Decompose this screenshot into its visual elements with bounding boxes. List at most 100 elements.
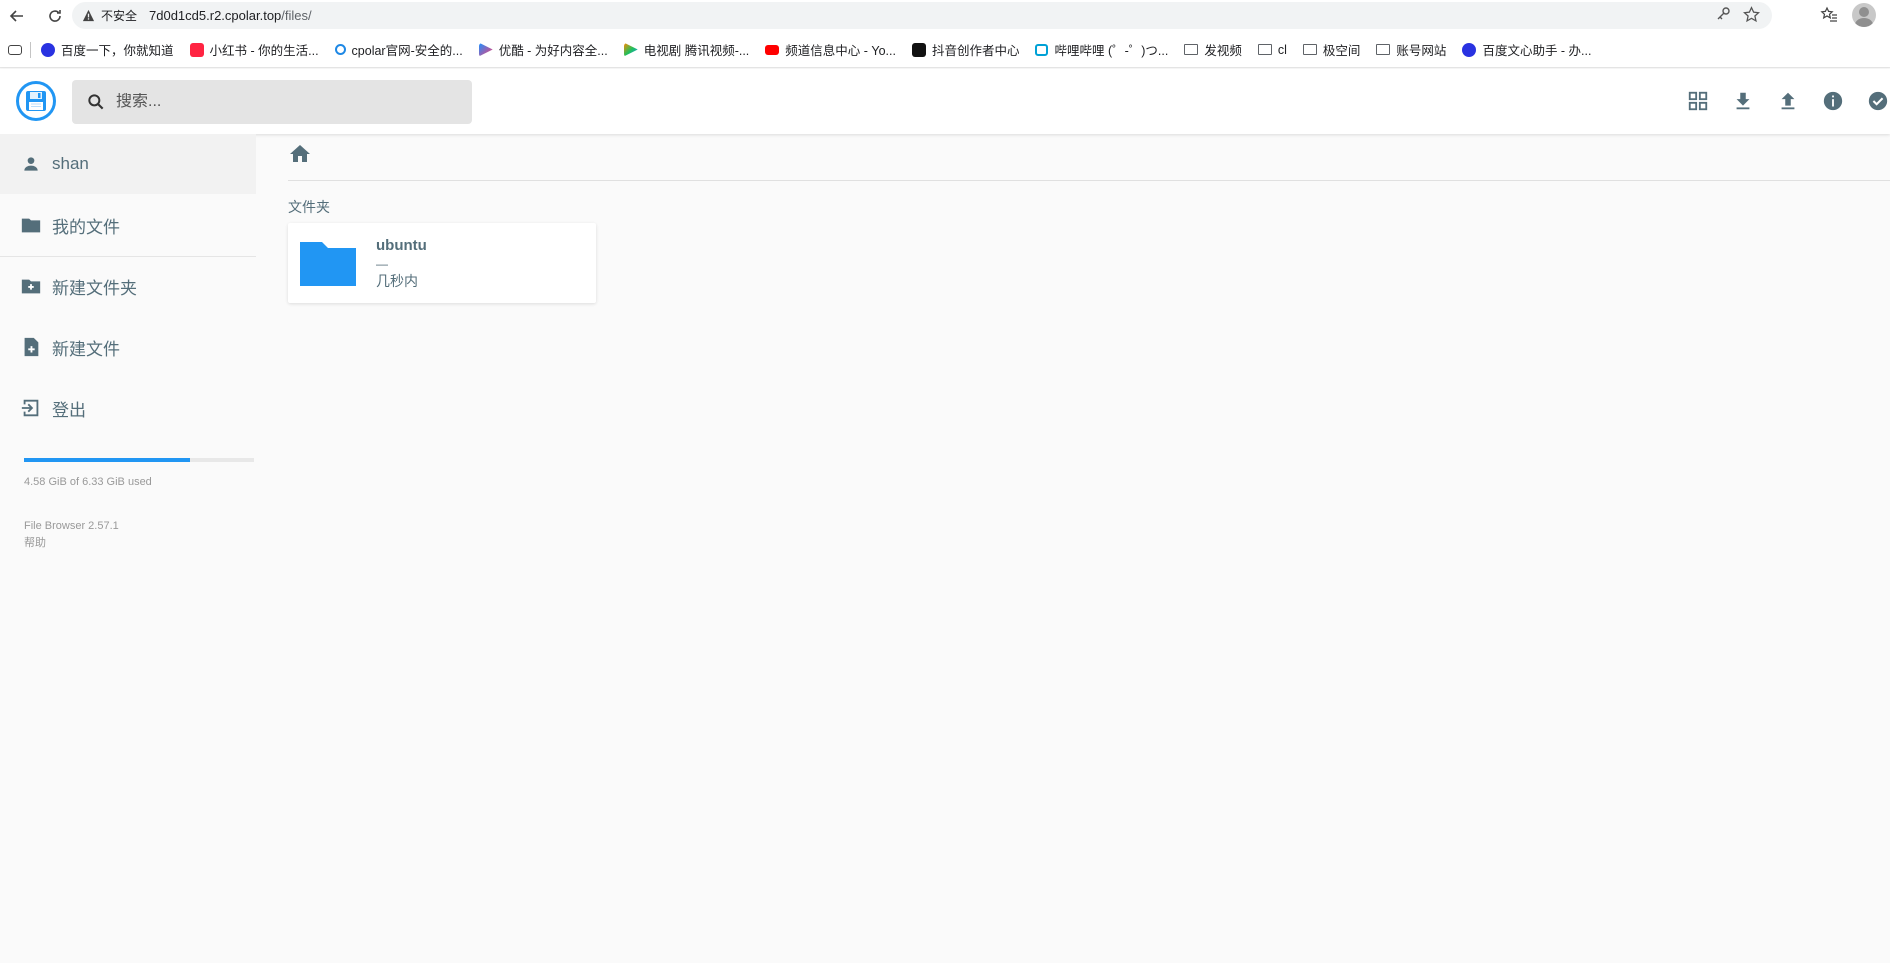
create-new-folder-icon bbox=[20, 275, 42, 297]
baidu-icon bbox=[1462, 42, 1477, 57]
download-icon bbox=[1736, 92, 1750, 110]
url-path: /files/ bbox=[281, 8, 312, 23]
sidebar: shan 我的文件 新建文件夹 新建文件 登出 4.58 GiB of 6.33… bbox=[0, 134, 256, 963]
app-logo[interactable] bbox=[16, 81, 56, 121]
version-link[interactable]: File Browser 2.57.1 bbox=[24, 518, 119, 535]
address-bar[interactable]: 不安全 7d0d1cd5.r2.cpolar.top/files/ bbox=[72, 2, 1772, 29]
search-box[interactable] bbox=[72, 80, 472, 124]
bookmark-label: 发视频 bbox=[1204, 44, 1242, 58]
sidebar-item-label: 新建文件夹 bbox=[52, 278, 137, 298]
folder-name: ubuntu bbox=[376, 237, 427, 254]
download-button[interactable] bbox=[1731, 89, 1755, 113]
reload-icon bbox=[49, 10, 61, 22]
folder-icon bbox=[300, 242, 356, 286]
sidebar-item-label: 登出 bbox=[52, 400, 86, 420]
sidebar-user-label: shan bbox=[52, 154, 89, 173]
folder-icon bbox=[1184, 44, 1199, 55]
home-icon[interactable] bbox=[288, 142, 312, 166]
folders-section-title: 文件夹 bbox=[288, 199, 330, 215]
arrow-left-icon bbox=[9, 10, 23, 22]
folder-icon bbox=[1302, 44, 1317, 55]
sidebar-item-label: 我的文件 bbox=[52, 217, 120, 237]
security-label: 不安全 bbox=[101, 9, 138, 23]
info-icon bbox=[1823, 91, 1843, 111]
folder-icon bbox=[1257, 44, 1272, 55]
bookmark-item[interactable]: 频道信息中心 - Yo... bbox=[765, 40, 896, 59]
douyin-icon bbox=[911, 42, 926, 57]
bookmark-label: 百度一下，你就知道 bbox=[61, 44, 174, 58]
folder-icon bbox=[20, 214, 42, 236]
bilibili-icon bbox=[1035, 43, 1049, 56]
bookmark-label: 哔哩哔哩 (゜-゜)つ... bbox=[1054, 44, 1169, 58]
note-add-icon bbox=[20, 336, 42, 358]
bookmark-item[interactable]: 哔哩哔哩 (゜-゜)つ... bbox=[1035, 40, 1168, 59]
sidebar-item-new-file[interactable]: 新建文件 bbox=[0, 317, 256, 377]
star-icon[interactable] bbox=[1743, 6, 1760, 23]
folder-item[interactable]: ubuntu — 几秒内 bbox=[288, 223, 596, 303]
bookmark-folder[interactable]: cl bbox=[1257, 42, 1287, 57]
bookmark-label: cpolar官网-安全的... bbox=[351, 44, 463, 58]
folder-modified: 几秒内 bbox=[376, 273, 418, 289]
sidebar-item-my-files[interactable]: 我的文件 bbox=[0, 195, 256, 255]
bookmark-label: 极空间 bbox=[1322, 44, 1361, 58]
sidebar-item-logout[interactable]: 登出 bbox=[0, 378, 256, 438]
cpolar-icon bbox=[334, 44, 346, 55]
bookmark-label: 电视剧 腾讯视频-... bbox=[643, 44, 750, 58]
header-actions bbox=[1686, 89, 1890, 113]
key-icon[interactable] bbox=[1715, 6, 1731, 22]
bookmarks-bar: 百度一下，你就知道 小红书 - 你的生活... cpolar官网-安全的... … bbox=[0, 32, 1890, 68]
youtube-icon bbox=[765, 44, 780, 55]
url-host: 7d0d1cd5.r2.cpolar.top bbox=[149, 8, 282, 23]
sidebar-item-new-folder[interactable]: 新建文件夹 bbox=[0, 256, 256, 316]
bookmark-item[interactable]: 百度一下，你就知道 bbox=[41, 40, 174, 59]
bookmark-item[interactable]: 电视剧 腾讯视频-... bbox=[623, 40, 750, 59]
bookmark-label: 小红书 - 你的生活... bbox=[209, 44, 319, 58]
breadcrumb-divider bbox=[288, 180, 1890, 181]
select-multiple-button[interactable] bbox=[1866, 89, 1890, 113]
storage-usage-text: 4.58 GiB of 6.33 GiB used bbox=[24, 476, 152, 488]
search-input[interactable] bbox=[116, 93, 456, 111]
favorites-icon[interactable] bbox=[1820, 6, 1838, 24]
bookmark-folder[interactable]: 账号网站 bbox=[1376, 40, 1446, 59]
info-button[interactable] bbox=[1821, 89, 1845, 113]
person-icon bbox=[20, 153, 42, 175]
profile-avatar[interactable] bbox=[1852, 3, 1876, 27]
bookmark-label: 账号网站 bbox=[1396, 44, 1447, 58]
upload-icon bbox=[1781, 92, 1795, 110]
app-header bbox=[0, 69, 1890, 134]
breadcrumb bbox=[288, 142, 312, 166]
bookmark-item[interactable]: 百度文心助手 - 办... bbox=[1462, 40, 1591, 59]
folder-icon bbox=[1376, 44, 1391, 55]
bookmark-folder[interactable]: 发视频 bbox=[1184, 40, 1242, 59]
help-link[interactable]: 帮助 bbox=[24, 535, 119, 552]
sidebar-item-label: 新建文件 bbox=[52, 339, 120, 359]
bookmark-label: 百度文心助手 - 办... bbox=[1482, 44, 1592, 58]
floppy-disk-icon bbox=[26, 91, 46, 111]
bookmark-label: 抖音创作者中心 bbox=[931, 44, 1020, 58]
xiaohongshu-icon bbox=[189, 42, 204, 57]
credits: File Browser 2.57.1 帮助 bbox=[24, 518, 119, 552]
bookmark-label: cl bbox=[1277, 42, 1287, 57]
browser-toolbar: 不安全 7d0d1cd5.r2.cpolar.top/files/ bbox=[0, 0, 1890, 32]
bookmark-item[interactable]: 小红书 - 你的生活... bbox=[189, 40, 319, 59]
folder-size: — bbox=[376, 257, 388, 271]
bookmark-label: 频道信息中心 - Yo... bbox=[785, 44, 896, 58]
bookmark-separator bbox=[30, 41, 31, 58]
check-circle-icon bbox=[1868, 91, 1888, 111]
bookmark-item[interactable]: 优酷 - 为好内容全... bbox=[478, 40, 608, 59]
toggle-view-button[interactable] bbox=[1686, 89, 1710, 113]
bookmark-label: 优酷 - 为好内容全... bbox=[498, 44, 608, 58]
youku-icon bbox=[478, 42, 493, 57]
reload-button[interactable] bbox=[42, 3, 68, 29]
baidu-icon bbox=[41, 42, 55, 57]
storage-usage-fill bbox=[24, 458, 190, 462]
reading-list-icon[interactable] bbox=[8, 44, 22, 55]
grid-view-icon bbox=[1688, 91, 1708, 111]
storage-usage-bar bbox=[24, 458, 254, 462]
back-button[interactable] bbox=[4, 3, 30, 29]
bookmark-folder[interactable]: 极空间 bbox=[1302, 40, 1361, 59]
bookmark-item[interactable]: cpolar官网-安全的... bbox=[334, 40, 463, 59]
sidebar-item-user[interactable]: shan bbox=[0, 134, 256, 194]
bookmark-item[interactable]: 抖音创作者中心 bbox=[911, 40, 1020, 59]
upload-button[interactable] bbox=[1776, 89, 1800, 113]
